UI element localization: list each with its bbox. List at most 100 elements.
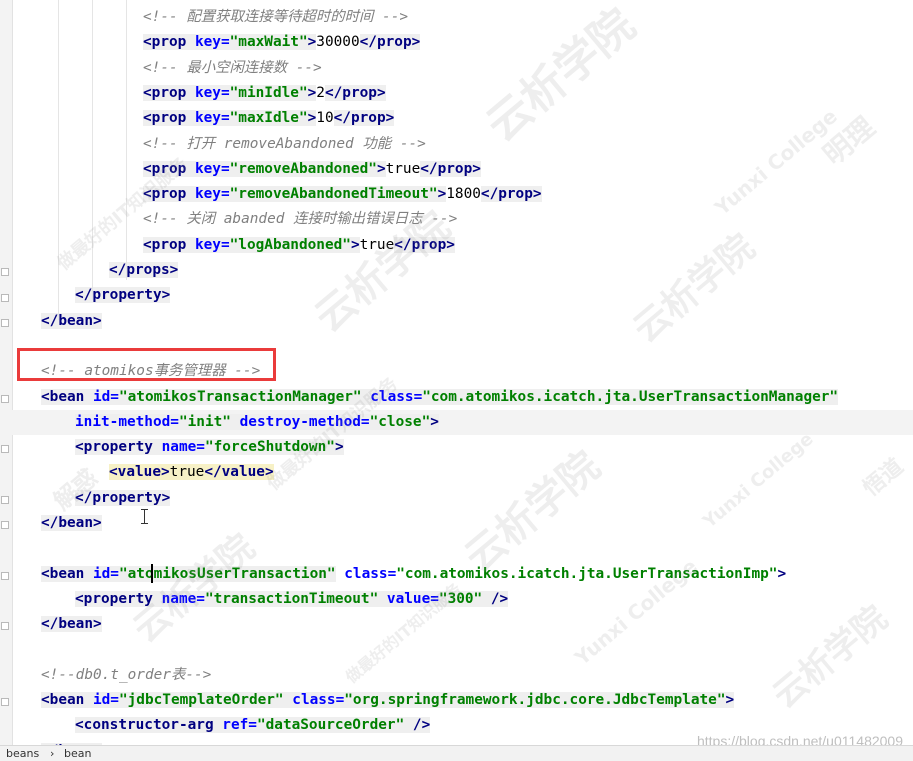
code-token: true: [359, 236, 395, 253]
code-token: <prop: [143, 186, 195, 203]
code-line[interactable]: <property name="forceShutdown">: [0, 435, 913, 460]
code-line-content: <!-- 打开 removeAbandoned 功能 -->: [143, 132, 426, 157]
code-line[interactable]: <!-- 最小空闲连接数 -->: [0, 56, 913, 81]
code-line[interactable]: <property name="transactionTimeout" valu…: [0, 587, 913, 612]
code-line[interactable]: [0, 638, 913, 663]
code-line-content: init-method="init" destroy-method="close…: [75, 410, 439, 435]
code-line[interactable]: <!--db0.t_order表-->: [0, 663, 913, 688]
code-line[interactable]: [0, 536, 913, 561]
code-token: <prop: [143, 160, 195, 177]
breadcrumb: beans › bean: [0, 745, 913, 761]
code-token: <!-- 打开 removeAbandoned 功能 -->: [143, 135, 426, 152]
code-token: "dataSourceOrder": [256, 717, 405, 734]
code-token: <prop: [143, 110, 195, 127]
breadcrumb-separator: ›: [50, 747, 55, 760]
code-token: key=: [194, 34, 230, 51]
code-token: id=: [92, 565, 119, 582]
code-token: </prop>: [480, 186, 542, 203]
code-token: </prop>: [324, 84, 386, 101]
code-line[interactable]: </property>: [0, 283, 913, 308]
code-line[interactable]: <bean id="atomikosUserTransaction" class…: [0, 562, 913, 587]
code-token: name=: [161, 439, 205, 456]
code-line-content: <constructor-arg ref="dataSourceOrder" /…: [75, 713, 431, 738]
code-token: >: [307, 110, 317, 127]
code-line-content: <prop key="minIdle">2</prop>: [143, 81, 386, 106]
text-caret: [151, 564, 153, 583]
code-token: </bean>: [41, 616, 102, 633]
code-token: "com.atomikos.icatch.jta.UserTransaction…: [396, 565, 778, 582]
code-token: </prop>: [420, 160, 481, 177]
code-line[interactable]: <bean id="atomikosTransactionManager" cl…: [0, 385, 913, 410]
code-line-content: <!-- 关闭 abanded 连接时输出错误日志 -->: [143, 207, 457, 232]
code-line[interactable]: <value>true</value>: [0, 460, 913, 485]
code-line[interactable]: init-method="init" destroy-method="close…: [0, 409, 913, 435]
code-line[interactable]: </props>: [0, 258, 913, 283]
code-token: class=: [292, 692, 345, 709]
breadcrumb-item-beans[interactable]: beans: [6, 746, 39, 761]
code-token: >: [376, 160, 386, 177]
code-token: value=: [386, 590, 439, 607]
code-token: [378, 590, 387, 607]
code-token: key=: [194, 84, 230, 101]
code-line[interactable]: </bean>: [0, 309, 913, 334]
code-line[interactable]: <prop key="removeAbandoned">true</prop>: [0, 157, 913, 182]
indent-guide: [92, 0, 93, 300]
ibeam-cursor-icon: [140, 509, 150, 524]
code-line[interactable]: </property>: [0, 486, 913, 511]
code-line[interactable]: </bean>: [0, 612, 913, 637]
code-token: ref=: [222, 717, 257, 734]
code-token: key=: [194, 110, 230, 127]
code-token: </prop>: [394, 236, 455, 253]
code-line[interactable]: <prop key="maxIdle">10</prop>: [0, 106, 913, 131]
code-token: "removeAbandonedTimeout": [229, 186, 438, 203]
code-line[interactable]: <prop key="logAbandoned">true</prop>: [0, 233, 913, 258]
code-line[interactable]: <prop key="minIdle">2</prop>: [0, 81, 913, 106]
code-token: "jdbcTemplateOrder": [118, 692, 284, 709]
code-line[interactable]: <!-- 关闭 abanded 连接时输出错误日志 -->: [0, 207, 913, 232]
indent-guide: [58, 0, 59, 320]
breadcrumb-item-bean[interactable]: bean: [64, 746, 91, 761]
code-token: </value>: [204, 464, 274, 481]
code-line-content: <!--db0.t_order表-->: [41, 663, 211, 688]
code-line[interactable]: <!-- 配置获取连接等待超时的时间 -->: [0, 5, 913, 30]
code-line[interactable]: <prop key="removeAbandonedTimeout">1800<…: [0, 182, 913, 207]
code-token: destroy-method=: [239, 413, 370, 430]
code-token: <bean: [41, 388, 93, 405]
code-token: </prop>: [359, 34, 421, 51]
code-line-content: <prop key="removeAbandoned">true</prop>: [143, 157, 481, 182]
code-token: <prop: [143, 236, 195, 253]
code-token: >: [777, 565, 787, 582]
code-token: "maxIdle": [229, 110, 308, 127]
code-editor[interactable]: <!-- 配置获取连接等待超时的时间 --> <prop key="maxWait…: [0, 0, 913, 761]
code-line[interactable]: <prop key="maxWait">30000</prop>: [0, 30, 913, 55]
code-token: </prop>: [333, 110, 395, 127]
code-token: class=: [344, 565, 397, 582]
annotation-highlight-box: [17, 348, 276, 381]
code-line[interactable]: <!-- 打开 removeAbandoned 功能 -->: [0, 132, 913, 157]
code-token: 1800: [446, 186, 481, 203]
code-token: >: [437, 186, 447, 203]
code-token: />: [482, 590, 509, 607]
code-token: "logAbandoned": [229, 236, 351, 253]
code-line-content: <prop key="maxWait">30000</prop>: [143, 30, 421, 55]
code-token: <constructor-arg: [75, 717, 223, 734]
code-token: <property: [75, 590, 162, 607]
code-line-content: <property name="forceShutdown">: [75, 435, 344, 460]
code-line-content: <property name="transactionTimeout" valu…: [75, 587, 509, 612]
code-token: "minIdle": [229, 84, 308, 101]
code-token: <prop: [143, 34, 195, 51]
code-token: "close": [369, 413, 431, 430]
code-line[interactable]: </bean>: [0, 511, 913, 536]
code-line-content: </bean>: [41, 309, 102, 334]
indent-guide: [126, 0, 127, 280]
code-line-content: <prop key="removeAbandonedTimeout">1800<…: [143, 182, 542, 207]
code-token: >: [350, 236, 360, 253]
code-token: true: [385, 160, 421, 177]
code-line[interactable]: <bean id="jdbcTemplateOrder" class="org.…: [0, 688, 913, 713]
code-token: <property: [75, 439, 162, 456]
code-token: name=: [161, 590, 205, 607]
code-line-content: </bean>: [41, 511, 102, 536]
code-token: key=: [194, 186, 230, 203]
code-token: />: [404, 717, 431, 734]
